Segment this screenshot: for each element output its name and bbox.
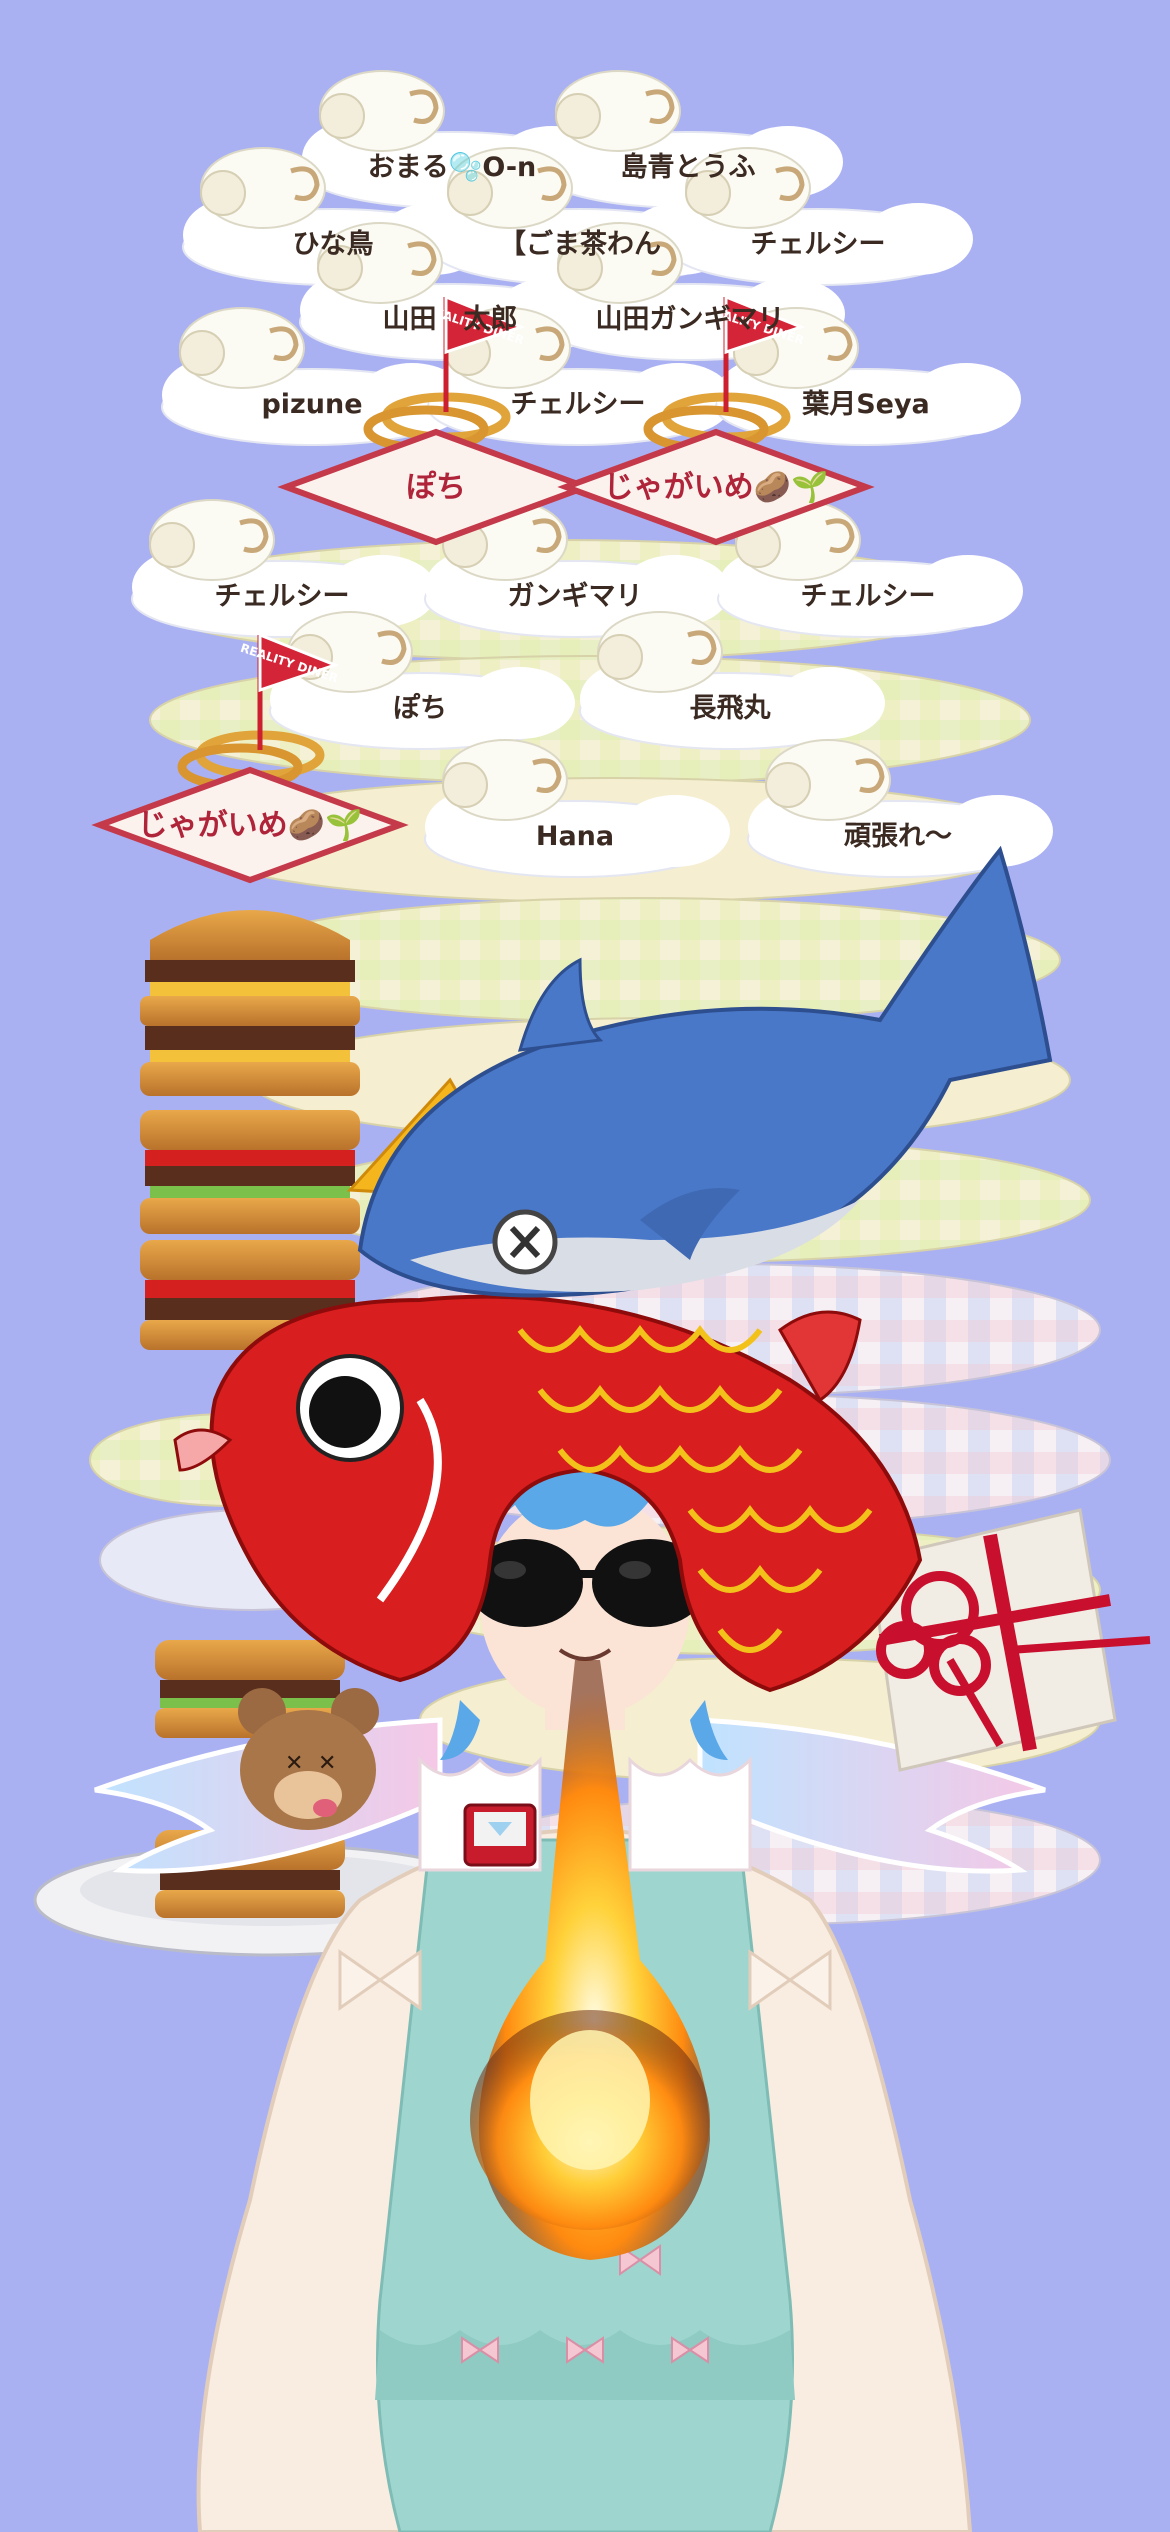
cloud-tag-label: 山田 太郎 — [383, 304, 518, 335]
sheep-icon — [765, 739, 891, 821]
sheep-icon — [319, 70, 445, 152]
sheep-icon — [149, 499, 275, 581]
sheep-icon — [597, 611, 723, 693]
cloud-tag-label: チェルシー — [215, 581, 350, 612]
ring-box — [463, 1803, 537, 1867]
cloud-tag-label: 島青とうふ — [621, 152, 756, 183]
sign-tag-label: じゃがいめ🥔🌱 — [138, 807, 363, 843]
sheep-icon — [555, 70, 681, 152]
sheep-icon — [442, 739, 568, 821]
sheep-icon — [287, 611, 413, 693]
cloud-tag-label: Hana — [536, 821, 614, 852]
cloud-tag-label: pizune — [261, 389, 362, 420]
svg-text:✕: ✕ — [318, 1751, 336, 1776]
cloud-tag-label: 山田ガンギマリ — [596, 304, 785, 335]
sign-tag-label: ぽち — [406, 470, 466, 505]
cloud-tag-label: 【ごま茶わん — [499, 228, 661, 260]
cloud-tag-label: ひな鳥 — [293, 229, 374, 260]
sign-tag-label: じゃがいめ🥔🌱 — [604, 469, 829, 505]
cloud-tag-label: チェルシー — [511, 389, 646, 420]
sheep-icon — [179, 307, 305, 389]
cloud-tag-label: 葉月Seya — [801, 389, 930, 420]
cloud-tag-label: チェルシー — [801, 581, 936, 612]
cloud-tag-label: 長飛丸 — [690, 693, 771, 724]
cloud-tag-label: ガンギマリ — [508, 581, 643, 612]
svg-text:✕: ✕ — [285, 1751, 303, 1776]
cloud-tag-label: ぽち — [393, 692, 447, 724]
cloud-tag-label: チェルシー — [751, 229, 886, 260]
cloud-tag-label: おまる🫧O-n — [368, 151, 537, 183]
cloud-tag-label: 頑張れ～ — [844, 821, 952, 852]
sheep-icon — [200, 147, 326, 229]
game-scene: REALITY DINER REALITY DINERREALITY DINER … — [33, 70, 1151, 2532]
